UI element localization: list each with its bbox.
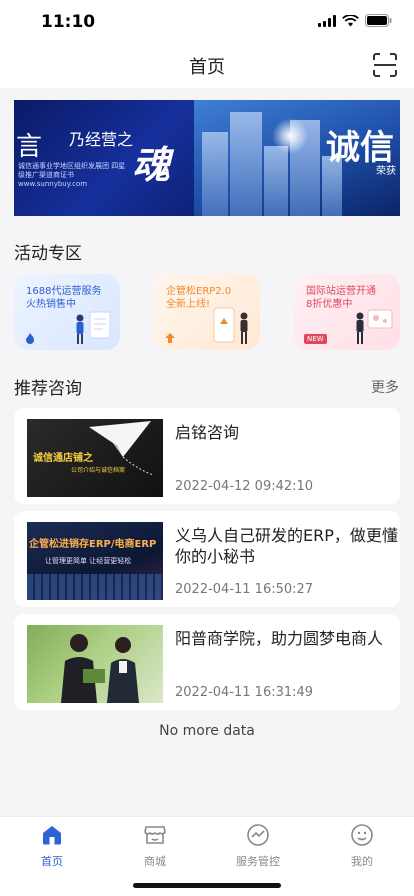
promo-line2: 全新上线! <box>166 299 211 310</box>
main-content: 言 乃经营之 魂 诚信通事业学地区组织发展团 四星级推广渠道商证书 www.su… <box>0 88 414 816</box>
banner-slide-right: 诚信 荣获 <box>194 100 400 216</box>
status-time: 11:10 <box>41 12 96 32</box>
article-date: 2022-04-11 16:50:27 <box>175 582 314 597</box>
wifi-icon <box>342 14 359 26</box>
scan-icon[interactable] <box>372 52 398 78</box>
flame-icon <box>26 333 34 344</box>
article-thumbnail: 诚信通店铺之 公司介绍与诚信档案 <box>27 419 163 497</box>
promo-line1: 国际站运营开通 <box>306 286 376 297</box>
article-card[interactable]: 诚信通店铺之 公司介绍与诚信档案 启铭咨询 2022-04-12 09:42:1… <box>14 408 400 504</box>
promo-line1: 1688代运营服务 <box>26 286 102 297</box>
article-date: 2022-04-11 16:31:49 <box>175 685 314 700</box>
home-indicator <box>133 883 281 888</box>
article-card[interactable]: 企管松进销存ERP/电商ERP 让管理更简单 让经营更轻松 义乌人自己研发的ER… <box>14 511 400 607</box>
more-link[interactable]: 更多 <box>371 377 399 397</box>
no-more-data-text: No more data <box>159 723 255 739</box>
shop-icon <box>144 826 166 844</box>
status-bar: 11:10 <box>0 0 414 44</box>
activity-section-title: 活动专区 <box>14 244 82 264</box>
banner-left-phrase: 乃经营之 <box>69 130 134 149</box>
profile-icon <box>351 824 373 846</box>
business-women-illustration <box>61 634 139 703</box>
thumbnail-subtext: 公司介绍与诚信档案 <box>71 467 126 474</box>
person-with-map-illustration <box>356 309 393 344</box>
person-with-document-illustration <box>76 311 111 344</box>
thumbnail-text: 诚信通店铺之 <box>33 453 93 464</box>
promo-card-1688[interactable]: 1688代运营服务 火热销售中 <box>14 274 120 350</box>
thumbnail-subtext: 让管理更简单 让经营更轻松 <box>45 557 132 565</box>
promo-card-erp[interactable]: 企管松ERP2.0 全新上线! <box>154 274 260 350</box>
banner-right-small-text: 荣获 <box>376 166 396 177</box>
article-title: 阳普商学院，助力圆梦电商人 <box>175 629 384 648</box>
article-title: 义乌人自己研发的ERP，做更懂你的小秘书 <box>175 526 398 566</box>
arrow-up-icon <box>165 333 175 343</box>
tab-label: 我的 <box>351 855 373 868</box>
tab-label: 服务管控 <box>236 855 280 868</box>
page-title: 首页 <box>189 57 225 78</box>
tab-profile[interactable]: 我的 <box>327 823 397 869</box>
article-title: 启铭咨询 <box>175 423 240 442</box>
battery-icon <box>365 14 392 27</box>
promo-line2: 8折优惠中 <box>306 299 353 310</box>
tab-home[interactable]: 首页 <box>17 823 87 869</box>
tab-shop[interactable]: 商城 <box>120 823 190 869</box>
banner-slide-left: 言 乃经营之 魂 诚信通事业学地区组织发展团 四星级推广渠道商证书 www.su… <box>14 100 194 216</box>
article-thumbnail <box>27 625 163 703</box>
article-card[interactable]: 阳普商学院，助力圆梦电商人 2022-04-11 16:31:49 <box>14 614 400 710</box>
banner-left-big-char: 魂 <box>132 142 171 187</box>
tab-service-control[interactable]: 服务管控 <box>223 823 293 869</box>
article-thumbnail: 企管松进销存ERP/电商ERP 让管理更简单 让经营更轻松 <box>27 522 163 600</box>
home-icon <box>43 826 61 845</box>
recommend-section-title: 推荐咨询 <box>14 379 82 399</box>
tab-label: 商城 <box>144 855 166 868</box>
navigation-bar: 首页 <box>0 44 414 88</box>
chart-line-icon <box>247 824 269 846</box>
promo-card-international[interactable]: 国际站运营开通 8折优惠中 NEW <box>294 274 400 350</box>
tab-label: 首页 <box>41 855 63 868</box>
promo-line1: 企管松ERP2.0 <box>166 286 232 297</box>
phone-illustration <box>213 307 248 344</box>
banner-left-small-text: 诚信通事业学地区组织发展团 四星级推广渠道商证书 www.sunnybuy.co… <box>18 162 126 188</box>
light-flare <box>272 118 308 154</box>
banner-left-char: 言 <box>16 132 43 162</box>
promo-line2: 火热销售中 <box>26 299 76 310</box>
banner-carousel[interactable]: 言 乃经营之 魂 诚信通事业学地区组织发展团 四星级推广渠道商证书 www.su… <box>14 100 400 216</box>
article-date: 2022-04-12 09:42:10 <box>175 479 314 494</box>
signal-icon <box>318 14 336 27</box>
thumbnail-text: 企管松进销存ERP/电商ERP <box>29 539 157 550</box>
status-icons <box>318 14 392 27</box>
new-badge: NEW <box>304 334 327 344</box>
